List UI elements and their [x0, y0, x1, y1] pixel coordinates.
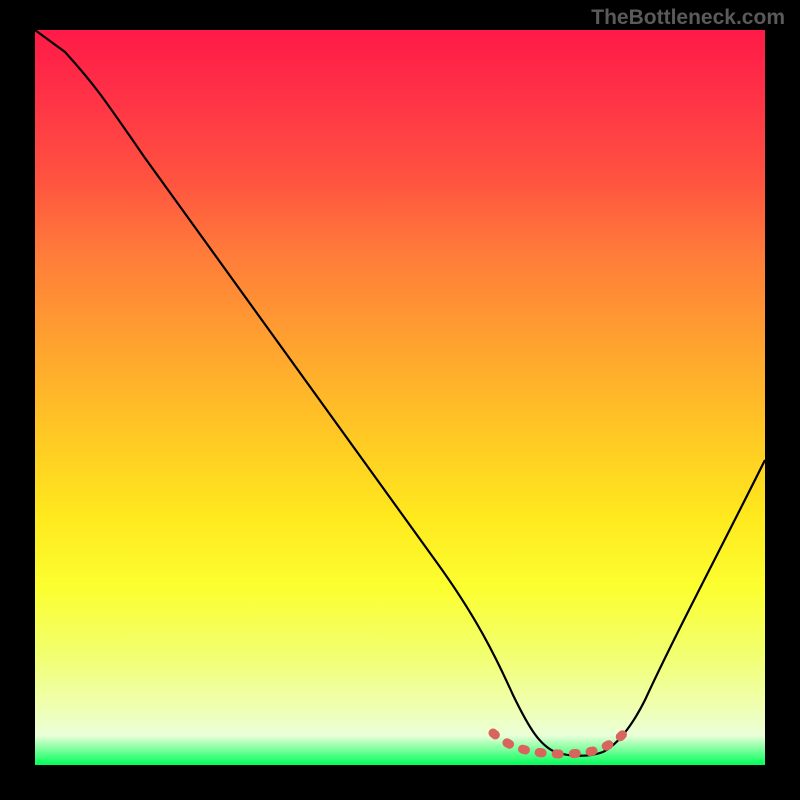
chart-svg — [35, 30, 765, 765]
plot-area — [35, 30, 765, 765]
watermark-text: TheBottleneck.com — [591, 6, 785, 30]
bottleneck-curve-line — [35, 30, 765, 756]
